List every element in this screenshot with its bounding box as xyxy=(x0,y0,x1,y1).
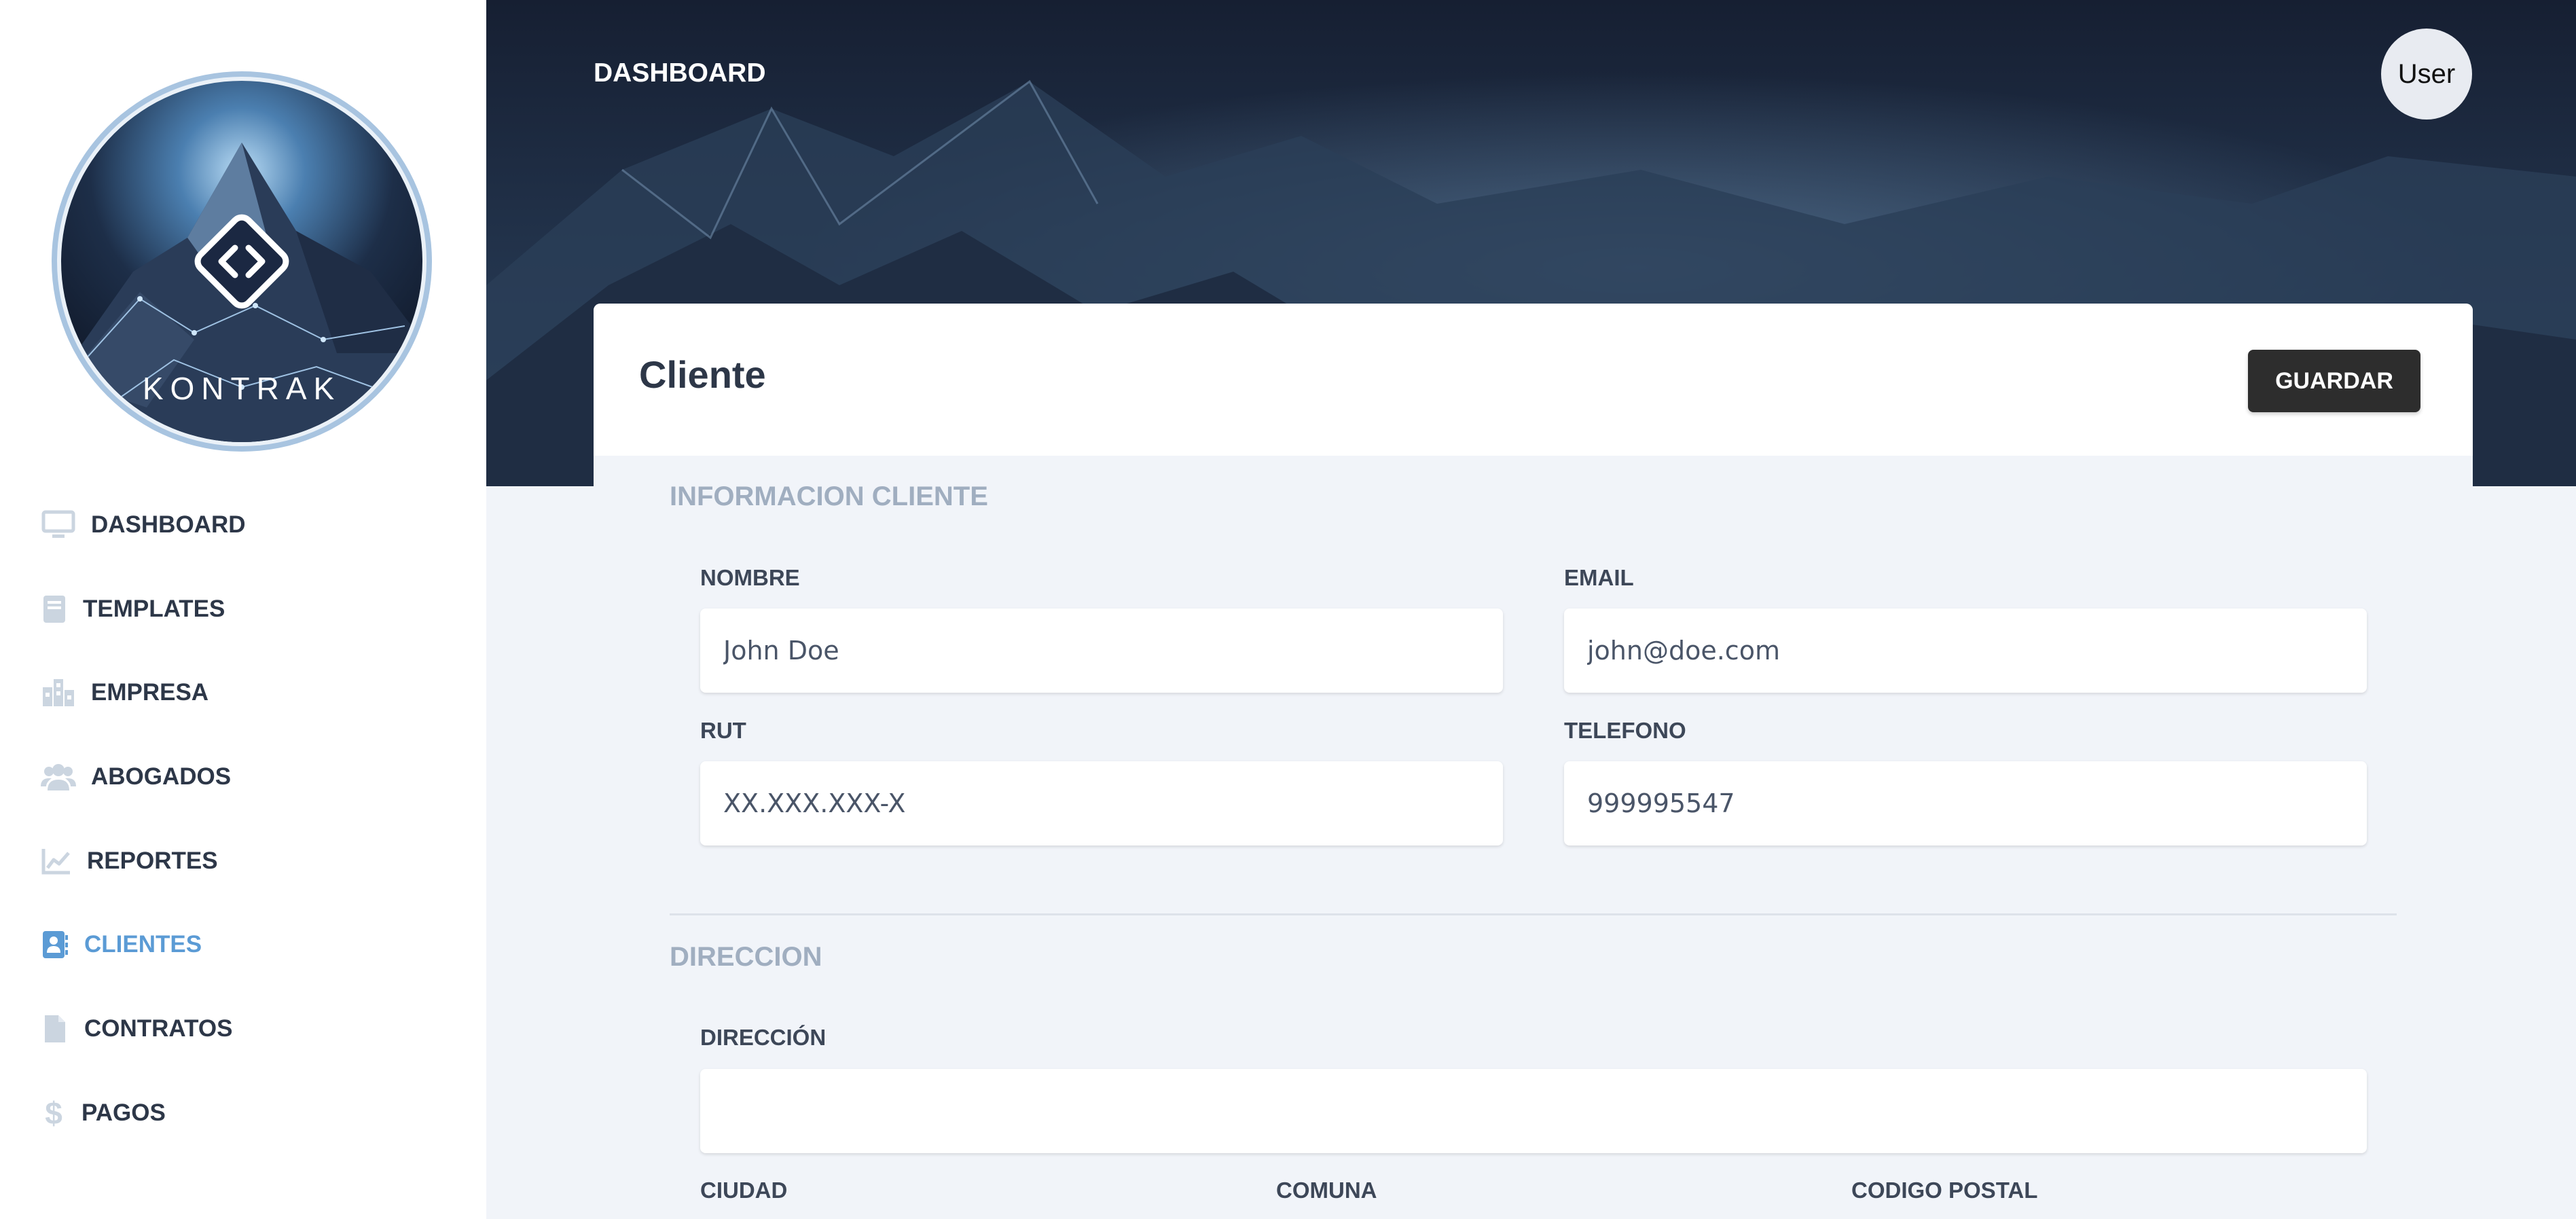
dollar-icon: $ xyxy=(45,1095,62,1131)
sidebar-item-templates[interactable]: TEMPLATES xyxy=(41,585,225,633)
telefono-input[interactable] xyxy=(1564,761,2367,845)
sidebar-item-pagos[interactable]: $ PAGOS xyxy=(41,1089,166,1137)
sidebar-item-label: ABOGADOS xyxy=(91,763,232,790)
kontrak-logo[interactable]: KONTRAK xyxy=(52,68,432,455)
header-title: DASHBOARD xyxy=(594,58,766,88)
sidebar-item-label: TEMPLATES xyxy=(83,596,225,622)
codigo-postal-label: CODIGO POSTAL xyxy=(1851,1178,2038,1203)
file-icon xyxy=(41,1011,69,1047)
logo-text: KONTRAK xyxy=(143,371,341,406)
sidebar: KONTRAK DASHBOARD TEMPLATES EMPRESA ABOG… xyxy=(0,0,486,1219)
direccion-label: DIRECCIÓN xyxy=(700,1025,827,1050)
address-book-icon xyxy=(41,927,69,962)
sidebar-item-label: CONTRATOS xyxy=(84,1015,233,1042)
building-icon xyxy=(41,675,76,710)
sidebar-item-abogados[interactable]: ABOGADOS xyxy=(41,753,231,801)
page-title: Cliente xyxy=(639,353,766,396)
section-divider xyxy=(670,913,2397,915)
sidebar-item-label: CLIENTES xyxy=(84,931,202,958)
users-icon xyxy=(41,759,76,795)
email-label: EMAIL xyxy=(1564,565,1634,590)
chart-line-icon xyxy=(41,843,72,879)
user-avatar[interactable]: User xyxy=(2381,29,2472,120)
book-icon xyxy=(41,592,68,627)
section-title-info: INFORMACION CLIENTE xyxy=(670,481,988,511)
sidebar-item-label: REPORTES xyxy=(87,848,218,874)
sidebar-item-contratos[interactable]: CONTRATOS xyxy=(41,1005,232,1053)
telefono-label: TELEFONO xyxy=(1564,718,1686,743)
email-input[interactable] xyxy=(1564,608,2367,693)
nombre-input[interactable] xyxy=(700,608,1503,693)
sidebar-item-clientes[interactable]: CLIENTES xyxy=(41,921,202,968)
section-title-direccion: DIRECCION xyxy=(670,942,822,972)
sidebar-item-label: PAGOS xyxy=(81,1099,166,1126)
comuna-label: COMUNA xyxy=(1276,1178,1377,1203)
rut-label: RUT xyxy=(700,718,746,743)
direccion-input[interactable] xyxy=(700,1069,2367,1153)
client-form-card: Cliente GUARDAR INFORMACION CLIENTE NOMB… xyxy=(594,304,2473,1219)
card-header: Cliente GUARDAR xyxy=(594,304,2473,456)
nombre-label: NOMBRE xyxy=(700,565,800,590)
sidebar-item-label: DASHBOARD xyxy=(91,511,246,538)
sidebar-item-label: EMPRESA xyxy=(91,679,209,706)
sidebar-item-reportes[interactable]: REPORTES xyxy=(41,837,218,885)
sidebar-item-dashboard[interactable]: DASHBOARD xyxy=(41,501,246,549)
sidebar-item-empresa[interactable]: EMPRESA xyxy=(41,669,208,716)
save-button[interactable]: GUARDAR xyxy=(2248,350,2420,412)
monitor-icon xyxy=(41,507,76,543)
rut-input[interactable] xyxy=(700,761,1503,845)
ciudad-label: CIUDAD xyxy=(700,1178,788,1203)
